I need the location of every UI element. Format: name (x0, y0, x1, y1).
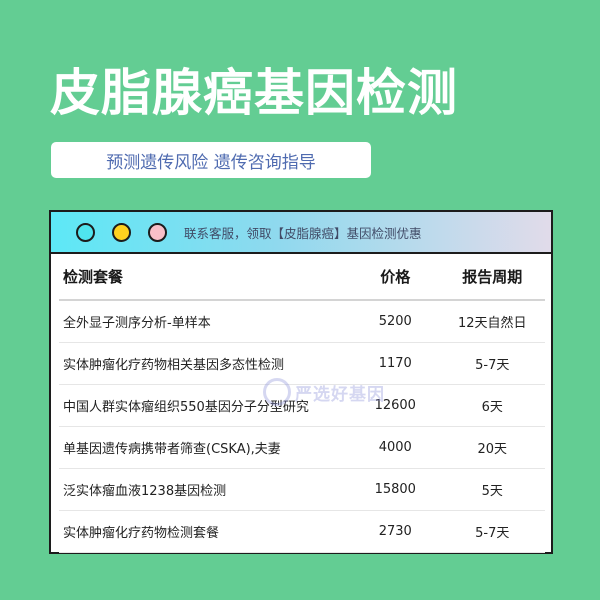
package-period: 12天自然日 (439, 300, 545, 343)
table-header-row: 检测套餐 价格 报告周期 (59, 254, 545, 301)
package-price: 12600 (350, 384, 440, 427)
subtitle-banner: 预测遗传风险 遗传咨询指导 (51, 142, 371, 178)
table-row[interactable]: 全外显子测序分析-单样本 5200 12天自然日 (59, 300, 545, 343)
package-period: 5-7天 (439, 342, 545, 385)
package-period: 20天 (439, 426, 545, 469)
window-dot-yellow-icon (112, 222, 131, 242)
header-price: 价格 (350, 254, 440, 301)
package-price: 4000 (350, 426, 440, 469)
table-row[interactable]: 中国人群实体瘤组织550基因分子分型研究 12600 6天 (59, 384, 545, 427)
package-name: 全外显子测序分析-单样本 (59, 300, 351, 343)
subtitle-text: 预测遗传风险 遗传咨询指导 (106, 152, 316, 173)
package-period: 5天 (439, 468, 545, 511)
package-name: 泛实体瘤血液1238基因检测 (59, 468, 351, 511)
window-dot-pink-icon (148, 222, 167, 242)
customer-service-notice[interactable]: 联系客服，领取【皮脂腺癌】基因检测优惠 (184, 223, 422, 242)
table-row[interactable]: 泛实体瘤血液1238基因检测 15800 5天 (59, 468, 545, 511)
package-period: 5-7天 (439, 510, 545, 553)
package-table: 检测套餐 价格 报告周期 全外显子测序分析-单样本 5200 12天自然日 实体… (59, 254, 545, 553)
package-period: 6天 (439, 384, 545, 427)
package-price: 1170 (350, 342, 440, 385)
header-report-period: 报告周期 (439, 254, 545, 301)
package-name: 实体肿瘤化疗药物检测套餐 (59, 510, 351, 553)
window-dot-cyan-icon (76, 222, 95, 242)
package-name: 单基因遗传病携带者筛查(CSKA),夫妻 (59, 426, 351, 469)
package-price: 15800 (350, 468, 440, 511)
table-row[interactable]: 实体肿瘤化疗药物相关基因多态性检测 1170 5-7天 (59, 342, 545, 385)
window-titlebar: 联系客服，领取【皮脂腺癌】基因检测优惠 (51, 212, 551, 254)
package-price: 2730 (350, 510, 440, 553)
price-window: 联系客服，领取【皮脂腺癌】基因检测优惠 检测套餐 价格 报告周期 全外显子测序分… (49, 210, 553, 554)
table-row[interactable]: 实体肿瘤化疗药物检测套餐 2730 5-7天 (59, 510, 545, 553)
package-price: 5200 (350, 300, 440, 343)
page-title: 皮脂腺癌基因检测 (50, 64, 458, 122)
table-row[interactable]: 单基因遗传病携带者筛查(CSKA),夫妻 4000 20天 (59, 426, 545, 469)
header-package-name: 检测套餐 (59, 254, 351, 301)
package-name: 中国人群实体瘤组织550基因分子分型研究 (59, 384, 351, 427)
package-name: 实体肿瘤化疗药物相关基因多态性检测 (59, 342, 351, 385)
